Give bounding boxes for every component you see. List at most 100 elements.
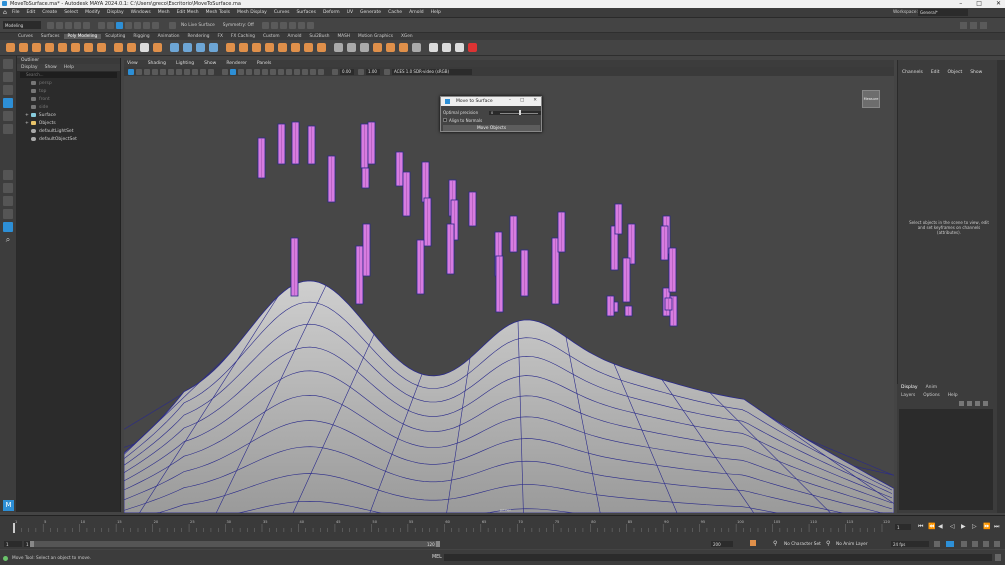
ipr-render-icon[interactable] <box>270 21 278 29</box>
svg-icon[interactable] <box>153 43 162 52</box>
wireframe-on-shaded-icon[interactable] <box>238 68 244 75</box>
minimize-button[interactable]: – <box>959 0 962 7</box>
new-layer-selected-icon[interactable] <box>967 401 972 406</box>
dialog-minimize-button[interactable]: – <box>509 98 511 103</box>
snap-surface-icon[interactable] <box>152 21 159 29</box>
fill-hole-icon[interactable] <box>278 43 287 52</box>
menu-generate[interactable]: Generate <box>360 10 381 15</box>
isolate-select-icon[interactable] <box>294 68 300 75</box>
anim-layer-icon[interactable]: ⚲ <box>826 540 830 547</box>
expand-icon[interactable]: + <box>25 121 29 126</box>
snap-point-icon[interactable] <box>143 21 150 29</box>
outliner-item-surface[interactable]: + Surface <box>17 111 120 119</box>
camera-attributes-icon[interactable] <box>136 68 142 75</box>
time-ruler[interactable]: 1 5 10 15 20 25 30 35 40 45 50 55 60 65 70 75 80 85 90 95 10… <box>8 518 903 536</box>
bridge-icon[interactable] <box>239 43 248 52</box>
smooth-shade-icon[interactable] <box>230 68 236 75</box>
new-layer-icon[interactable] <box>959 401 964 406</box>
time-slider[interactable]: 1 5 10 15 20 25 30 35 40 45 50 55 60 65 70 75 80 85 90 95 10… <box>0 515 1005 539</box>
viewport-menu-lighting[interactable]: Lighting <box>176 61 194 66</box>
channel-box-toggle-icon[interactable] <box>980 22 987 29</box>
viewport-menu-shading[interactable]: Shading <box>148 61 166 66</box>
precision-value[interactable]: 0 <box>491 111 493 115</box>
fps-select[interactable]: 24 fps <box>891 541 929 547</box>
freeze-transform-icon[interactable] <box>373 43 382 52</box>
extrude-icon[interactable] <box>226 43 235 52</box>
command-input[interactable] <box>444 554 992 561</box>
undo-icon[interactable] <box>74 21 81 29</box>
outliner-search-input[interactable]: Search... <box>20 72 117 78</box>
viewport-menu-panels[interactable]: Panels <box>257 61 271 66</box>
poly-torus-icon[interactable] <box>58 43 67 52</box>
sphere-type-icon[interactable] <box>127 43 136 52</box>
maximize-button[interactable]: □ <box>976 0 982 7</box>
grid-icon[interactable] <box>160 68 166 75</box>
slider-handle[interactable] <box>519 110 521 115</box>
attribute-editor-toggle-icon[interactable] <box>960 22 967 29</box>
gamma-icon[interactable] <box>358 68 364 75</box>
outliner-menu-display[interactable]: Display <box>21 65 38 70</box>
multi-cut-icon[interactable] <box>291 43 300 52</box>
menu-curves[interactable]: Curves <box>274 10 290 15</box>
new-scene-icon[interactable] <box>47 21 54 29</box>
snap-live-icon[interactable] <box>169 21 176 29</box>
bevel-icon[interactable] <box>252 43 261 52</box>
select-tool-icon[interactable] <box>3 59 13 69</box>
scene-canvas[interactable] <box>124 76 894 513</box>
layer-menu-layers[interactable]: Layers <box>901 393 915 398</box>
redo-icon[interactable] <box>83 21 90 29</box>
menuset-select[interactable]: Modeling <box>3 21 41 29</box>
wireframe-icon[interactable] <box>222 68 228 75</box>
menu-edit-mesh[interactable]: Edit Mesh <box>177 10 199 15</box>
delete-history-icon[interactable] <box>399 43 408 52</box>
shelf-tab-curves[interactable]: Curves <box>14 34 37 39</box>
dialog-close-button[interactable]: ✕ <box>533 98 537 103</box>
open-scene-icon[interactable] <box>56 21 63 29</box>
scale-tool-icon[interactable] <box>3 124 13 134</box>
viewport-menu-view[interactable]: View <box>127 61 138 66</box>
viewport-menu-renderer[interactable]: Renderer <box>226 61 247 66</box>
layer-menu-help[interactable]: Help <box>948 393 958 398</box>
menu-modify[interactable]: Modify <box>85 10 100 15</box>
shelf-tab-custom[interactable]: Custom <box>259 34 283 39</box>
auto-key-icon[interactable] <box>750 540 756 546</box>
channel-menu-edit[interactable]: Edit <box>931 70 940 75</box>
planar-map-icon[interactable] <box>347 43 356 52</box>
outliner-item-persp[interactable]: persp <box>17 79 120 87</box>
outliner-menu-show[interactable]: Show <box>45 65 57 70</box>
shelf-tab-sui2bush[interactable]: Sui2Bush <box>305 34 333 39</box>
gamma-field[interactable]: 1.00 <box>366 68 380 75</box>
menu-arnold[interactable]: Arnold <box>409 10 424 15</box>
outliner-menu-help[interactable]: Help <box>64 65 74 70</box>
layer-tab-anim[interactable]: Anim <box>926 385 938 390</box>
shelf-tab-rigging[interactable]: Rigging <box>129 34 153 39</box>
snap-grid-icon[interactable] <box>125 21 132 29</box>
menu-cache[interactable]: Cache <box>388 10 402 15</box>
playback-options-icon[interactable] <box>972 541 978 547</box>
playback-speed-icon[interactable] <box>946 541 954 547</box>
range-slider-bar[interactable] <box>30 541 440 547</box>
shelf-tab-xgen[interactable]: XGen <box>397 34 417 39</box>
shadows-icon[interactable] <box>262 68 268 75</box>
anti-aliasing-icon[interactable] <box>286 68 292 75</box>
move-tool-icon[interactable] <box>3 98 13 108</box>
script-icon[interactable] <box>442 43 451 52</box>
shelf-tab-arnold[interactable]: Arnold <box>284 34 306 39</box>
resolution-gate-icon[interactable] <box>176 68 182 75</box>
film-gate-icon[interactable] <box>168 68 174 75</box>
ambient-occlusion-icon[interactable] <box>270 68 276 75</box>
precision-slider[interactable]: 0 <box>489 110 541 115</box>
menu-uv[interactable]: UV <box>347 10 353 15</box>
workspace-select[interactable]: General* <box>918 9 968 16</box>
shelf-tab-rendering[interactable]: Rendering <box>184 34 214 39</box>
end-time-field[interactable]: 200 <box>711 541 733 547</box>
layout-outliner-icon[interactable] <box>3 209 13 219</box>
menu-edit[interactable]: Edit <box>27 10 36 15</box>
layer-menu-options[interactable]: Options <box>923 393 940 398</box>
outliner-item-default-light-set[interactable]: defaultLightSet <box>17 127 120 135</box>
layer-tab-display[interactable]: Display <box>901 385 918 390</box>
textured-icon[interactable] <box>246 68 252 75</box>
outliner-item-side[interactable]: side <box>17 103 120 111</box>
boolean-icon[interactable] <box>209 43 218 52</box>
motion-blur-icon[interactable] <box>278 68 284 75</box>
